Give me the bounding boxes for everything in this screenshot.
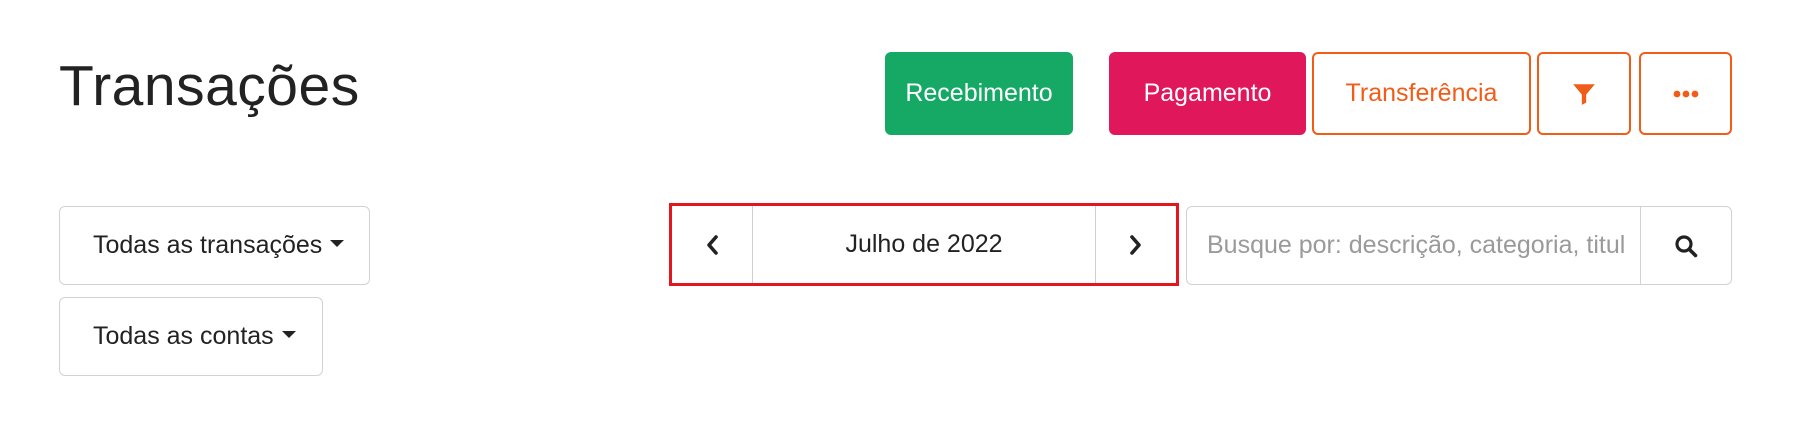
- chevron-right-icon: [1130, 234, 1141, 255]
- search-icon: [1675, 234, 1698, 257]
- page-title: Transações: [59, 54, 360, 118]
- transfer-button[interactable]: Transferência: [1312, 52, 1531, 135]
- search-input[interactable]: [1187, 207, 1640, 284]
- transactions-filter-dropdown[interactable]: Todas as transações: [59, 206, 370, 285]
- search-group: [1186, 206, 1732, 285]
- receive-button-label: Recebimento: [905, 79, 1053, 107]
- more-horizontal-icon: [1673, 90, 1698, 97]
- caret-down-icon: [281, 331, 296, 338]
- caret-down-icon: [330, 240, 345, 247]
- next-month-button[interactable]: [1095, 206, 1176, 283]
- filter-button[interactable]: [1537, 52, 1631, 135]
- payment-button-label: Pagamento: [1143, 79, 1272, 107]
- accounts-filter-label: Todas as contas: [93, 322, 274, 350]
- current-month-label: Julho de 2022: [845, 230, 1003, 258]
- transfer-button-label: Transferência: [1345, 79, 1498, 107]
- search-button[interactable]: [1640, 207, 1731, 284]
- receive-button[interactable]: Recebimento: [885, 52, 1073, 135]
- filter-icon: [1573, 83, 1595, 105]
- transactions-filter-label: Todas as transações: [93, 231, 323, 259]
- transactions-page: Transações Recebimento Pagamento Transfe…: [0, 0, 1801, 430]
- month-navigator: Julho de 2022: [669, 203, 1179, 286]
- previous-month-button[interactable]: [672, 206, 753, 283]
- more-options-button[interactable]: [1639, 52, 1732, 135]
- accounts-filter-dropdown[interactable]: Todas as contas: [59, 297, 323, 376]
- payment-button[interactable]: Pagamento: [1109, 52, 1306, 135]
- chevron-left-icon: [707, 234, 718, 255]
